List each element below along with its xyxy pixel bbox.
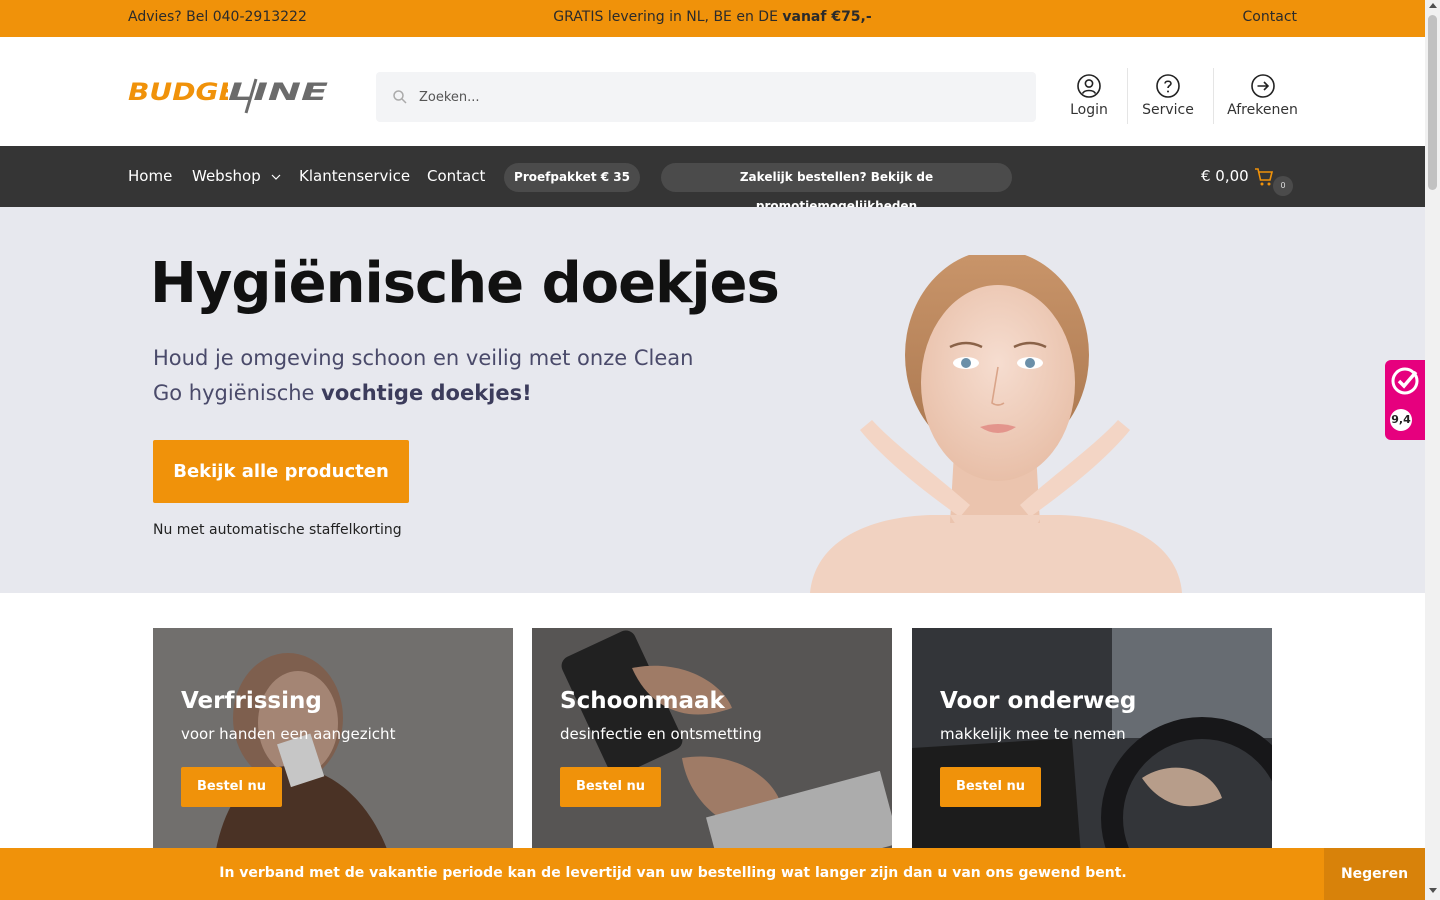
checkout-arrow-icon <box>1250 74 1275 98</box>
cart-icon[interactable] <box>1254 167 1274 187</box>
top-contact-link[interactable]: Contact <box>1243 9 1297 25</box>
hero-title: Hygiënische doekjes <box>150 251 780 316</box>
shipping-banner: GRATIS levering in NL, BE en DE vanaf €7… <box>0 9 1425 25</box>
card-title: Voor onderweg <box>940 688 1137 714</box>
user-icon <box>1077 74 1101 98</box>
sample-pack-button[interactable]: Proefpakket € 35 <box>504 163 640 192</box>
search-input[interactable] <box>419 72 1019 122</box>
service-button[interactable]: Service <box>1138 67 1198 125</box>
cart-count-badge: 0 <box>1273 176 1293 196</box>
category-card-schoonmaak[interactable]: Schoonmaak desinfectie en ontsmetting Be… <box>532 628 892 868</box>
card-subtitle: voor handen een aangezicht <box>181 725 396 743</box>
card-subtitle: makkelijk mee te nemen <box>940 725 1126 743</box>
review-check-icon <box>1391 367 1419 395</box>
scroll-up-arrow-icon[interactable] <box>1429 3 1437 8</box>
nav-contact[interactable]: Contact <box>427 167 485 185</box>
view-all-products-button[interactable]: Bekijk alle producten <box>153 440 409 503</box>
dismiss-notice-button[interactable]: Negeren <box>1324 848 1425 900</box>
card-title: Schoonmaak <box>560 688 725 714</box>
hero-portrait-image <box>810 255 1182 593</box>
nav-home[interactable]: Home <box>128 167 172 185</box>
main-nav: Home Webshop Klantenservice Contact Proe… <box>0 146 1425 213</box>
order-now-button[interactable]: Bestel nu <box>560 767 661 807</box>
review-score: 9,4 <box>1390 409 1412 431</box>
hero-subtitle-bold: vochtige doekjes! <box>321 381 532 405</box>
chevron-down-icon <box>271 174 280 180</box>
card-background-image <box>532 628 892 868</box>
hero-banner: Hygiënische doekjes Houd je omgeving sch… <box>0 207 1425 593</box>
nav-klantenservice[interactable]: Klantenservice <box>299 167 410 185</box>
header-divider <box>1127 68 1128 124</box>
card-background-image <box>153 628 513 868</box>
category-card-verfrissing[interactable]: Verfrissing voor handen een aangezicht B… <box>153 628 513 868</box>
page-scrollbar[interactable] <box>1425 0 1440 900</box>
checkout-label: Afrekenen <box>1227 102 1298 118</box>
login-button[interactable]: Login <box>1060 67 1118 125</box>
checkout-button[interactable]: Afrekenen <box>1226 67 1299 125</box>
search-bar <box>376 72 1036 122</box>
store-notice-text: In verband met de vakantie periode kan d… <box>219 865 1127 881</box>
hero-note: Nu met automatische staffelkorting <box>153 522 402 538</box>
shipping-threshold: vanaf €75,- <box>782 9 872 25</box>
svg-text:LINE: LINE <box>228 78 329 106</box>
top-bar: Advies? Bel 040-2913222 GRATIS levering … <box>0 0 1425 37</box>
card-title: Verfrissing <box>181 688 322 714</box>
cart-total[interactable]: € 0,00 <box>1201 167 1249 185</box>
card-subtitle: desinfectie en ontsmetting <box>560 725 762 743</box>
service-label: Service <box>1142 102 1194 118</box>
login-label: Login <box>1070 102 1108 118</box>
store-notice: In verband met de vakantie periode kan d… <box>0 848 1425 900</box>
site-header: BUDGETLINE LINE Login Service <box>0 37 1425 146</box>
hero-subtitle: Houd je omgeving schoon en veilig met on… <box>153 341 713 411</box>
scroll-down-arrow-icon[interactable] <box>1429 888 1437 893</box>
nav-webshop[interactable]: Webshop <box>192 167 281 185</box>
nav-webshop-label: Webshop <box>192 167 261 185</box>
shipping-text: GRATIS levering in NL, BE en DE <box>553 9 783 25</box>
order-now-button[interactable]: Bestel nu <box>181 767 282 807</box>
header-divider <box>1213 68 1214 124</box>
help-icon <box>1156 74 1180 98</box>
order-now-button[interactable]: Bestel nu <box>940 767 1041 807</box>
review-widget[interactable]: 9,4 <box>1385 360 1425 440</box>
budgetline-logo[interactable]: BUDGETLINE LINE <box>128 75 330 115</box>
category-card-voor-onderweg[interactable]: Voor onderweg makkelijk mee te nemen Bes… <box>912 628 1272 868</box>
search-icon[interactable] <box>392 89 408 105</box>
card-background-image <box>912 628 1272 868</box>
scrollbar-thumb[interactable] <box>1428 15 1437 190</box>
business-promo-button[interactable]: Zakelijk bestellen? Bekijk de promotiemo… <box>661 163 1012 213</box>
